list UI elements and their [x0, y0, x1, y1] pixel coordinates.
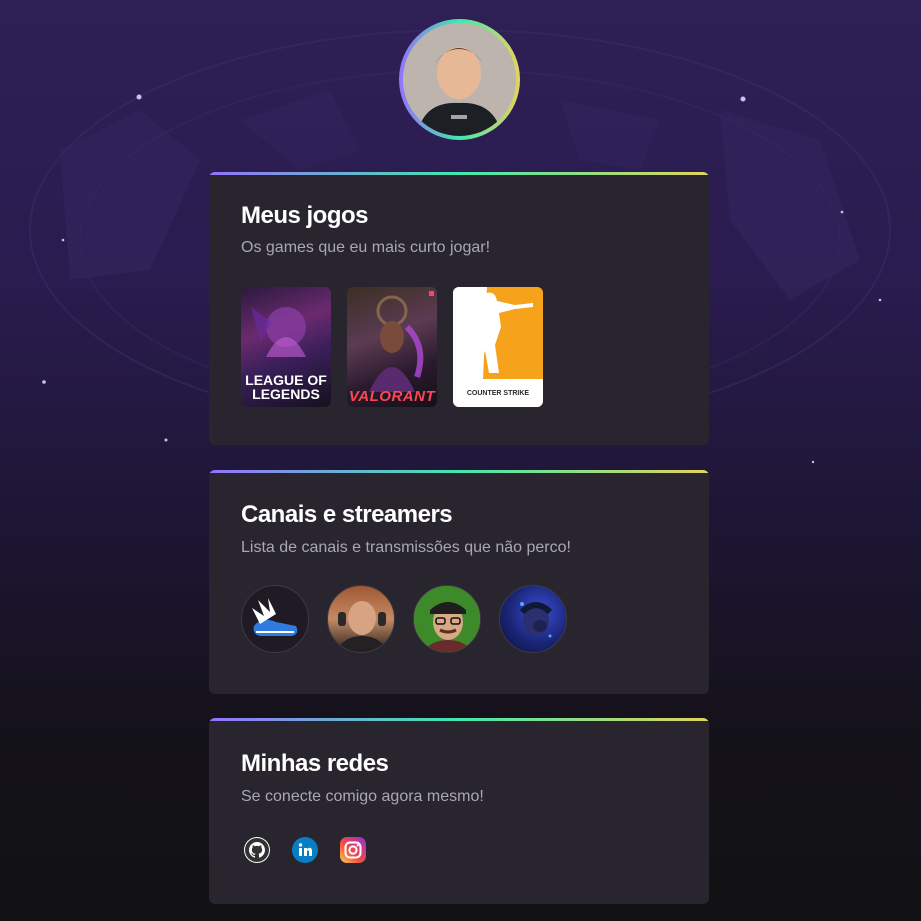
streamers-card-title: Canais e streamers: [241, 501, 453, 528]
counter-strike-logo-icon: COUNTER STRIKE: [453, 287, 543, 407]
streamer-photo-icon: [519, 602, 553, 638]
streamer-avatar-winged-shoe[interactable]: [241, 585, 309, 653]
streamer-avatar-4[interactable]: [499, 585, 567, 653]
socials-card-subtitle: Se conecte comigo agora mesmo!: [241, 788, 484, 805]
game-counter-strike[interactable]: COUNTER STRIKE: [453, 287, 543, 407]
streamer-photo-icon: [336, 600, 388, 652]
streamers-card-subtitle: Lista de canais e transmissões que não p…: [241, 539, 571, 556]
instagram-icon[interactable]: [339, 836, 367, 864]
games-card-title: Meus jogos: [241, 202, 369, 229]
github-icon[interactable]: [243, 836, 271, 864]
linkedin-icon[interactable]: [291, 836, 319, 864]
streamer-photo-icon: [414, 586, 480, 652]
streamer-avatar-3[interactable]: [413, 585, 481, 653]
streamers-card: Canais e streamers Lista de canais e tra…: [209, 470, 709, 694]
game-valorant[interactable]: VALORANT: [347, 287, 437, 407]
profile-avatar: [399, 19, 520, 140]
streamer-avatar-2[interactable]: [327, 585, 395, 653]
winged-shoe-icon: [252, 598, 298, 636]
game-league-of-legends[interactable]: LEAGUE OF LEGENDS: [241, 287, 331, 407]
lol-logo: LEAGUE OF LEGENDS: [245, 372, 327, 402]
avatar-photo: [403, 23, 516, 136]
socials-card-title: Minhas redes: [241, 750, 389, 777]
games-card: Meus jogos Os games que eu mais curto jo…: [209, 172, 709, 445]
svg-text:COUNTER STRIKE: COUNTER STRIKE: [467, 390, 530, 397]
socials-card: Minhas redes Se conecte comigo agora mes…: [209, 718, 709, 904]
valorant-logo: VALORANT: [348, 388, 436, 405]
games-card-subtitle: Os games que eu mais curto jogar!: [241, 239, 491, 256]
